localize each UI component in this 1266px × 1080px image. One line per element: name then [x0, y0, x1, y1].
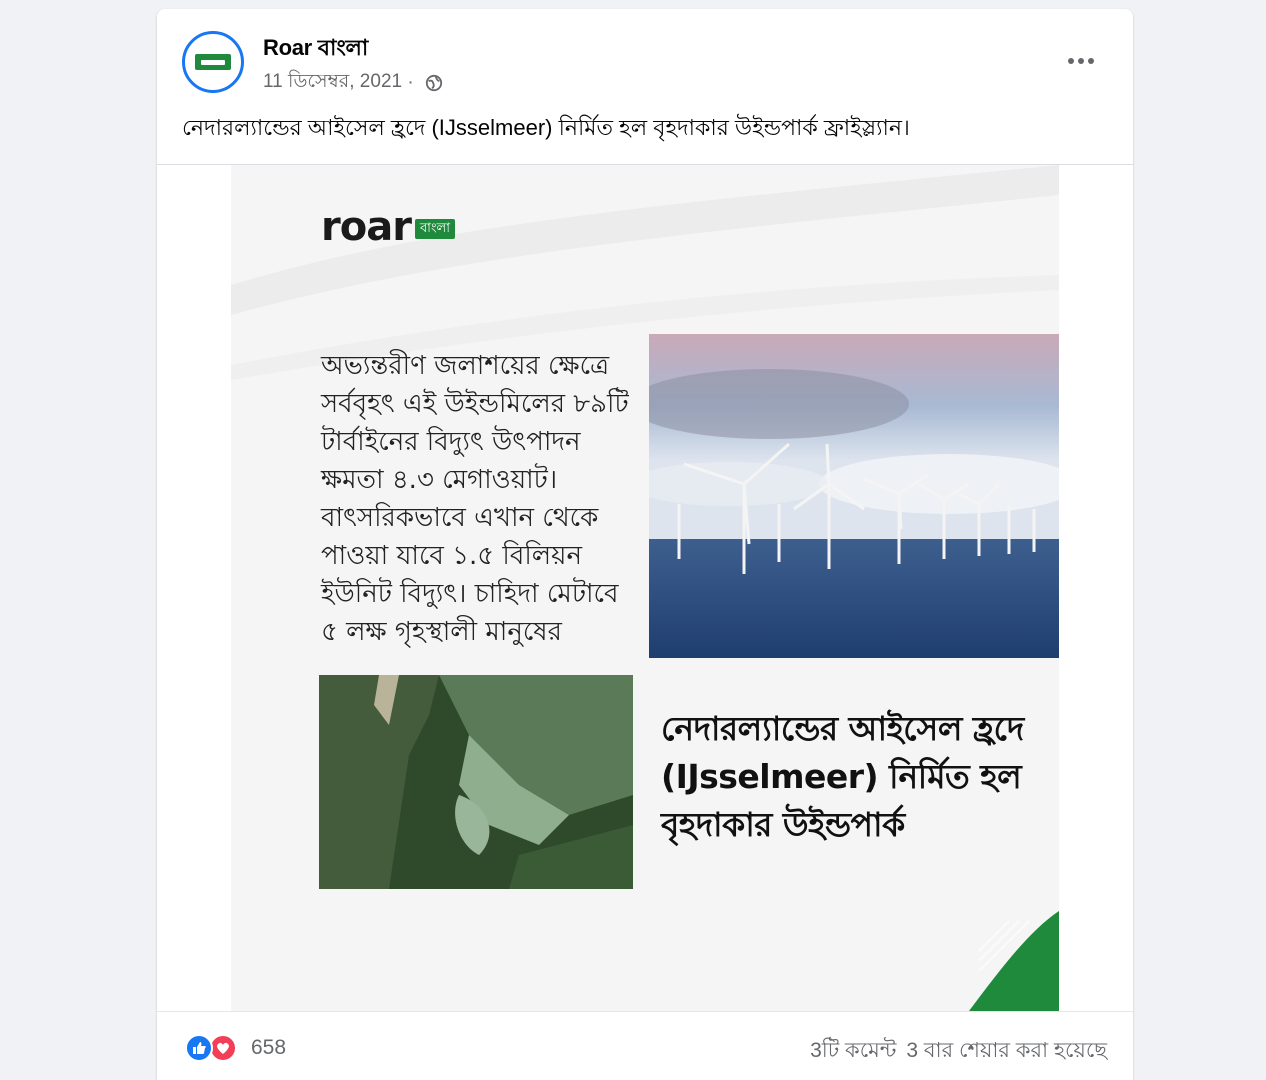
post-date-link[interactable]: 11 ডিসেম্বর, 2021 [263, 67, 402, 99]
page-avatar[interactable] [182, 31, 244, 93]
shares-link[interactable]: 3 বার শেয়ার করা হয়েছে [906, 1034, 1107, 1069]
meta-separator: · [402, 72, 419, 93]
like-icon [185, 1034, 213, 1062]
satellite-map-photo [319, 675, 633, 889]
love-icon [209, 1034, 237, 1062]
post-graphic[interactable]: roar বাংলা অভ্যন্তরীণ জলাশয়ের ক্ষেত্রে … [231, 165, 1059, 1011]
graphic-headline: নেদারল্যান্ডের আইসেল হ্রদে (IJsselmeer) … [661, 709, 1024, 844]
engagement-summary: 3টি কমেন্ট 3 বার শেয়ার করা হয়েছে [810, 1034, 1107, 1069]
globe-icon[interactable] [425, 74, 443, 92]
post-footer: 658 3টি কমেন্ট 3 বার শেয়ার করা হয়েছে [157, 1011, 1133, 1080]
corner-accent [969, 911, 1059, 1011]
more-options-button[interactable] [1061, 47, 1101, 75]
roar-logo-icon [195, 54, 231, 70]
more-icon-dot [1078, 58, 1084, 64]
comments-link[interactable]: 3টি কমেন্ট [810, 1034, 896, 1069]
more-icon-dot [1088, 58, 1094, 64]
stat-text: অভ্যন্তরীণ জলাশয়ের ক্ষেত্রে সর্ববৃহৎ এই… [321, 351, 629, 647]
roar-logo: roar বাংলা [321, 205, 455, 249]
post-media[interactable]: roar বাংলা অভ্যন্তরীণ জলাশয়ের ক্ষেত্রে … [157, 165, 1133, 1011]
logo-badge: বাংলা [414, 219, 455, 239]
logo-word: roar [321, 204, 412, 250]
facebook-post: Roar বাংলা 11 ডিসেম্বর, 2021 · নেদারল্যা… [157, 9, 1133, 1080]
post-meta: 11 ডিসেম্বর, 2021 · [263, 67, 443, 99]
reaction-count[interactable]: 658 [251, 1036, 286, 1060]
post-caption: নেদারল্যান্ডের আইসেল হ্রদে (IJsselmeer) … [182, 115, 910, 140]
reactions-summary[interactable]: 658 [185, 1034, 286, 1062]
page-name-link[interactable]: Roar বাংলা [263, 31, 368, 68]
post-header: Roar বাংলা 11 ডিসেম্বর, 2021 · নেদারল্যা… [157, 9, 1133, 164]
wind-turbines-photo [649, 334, 1059, 658]
more-icon [1068, 58, 1074, 64]
